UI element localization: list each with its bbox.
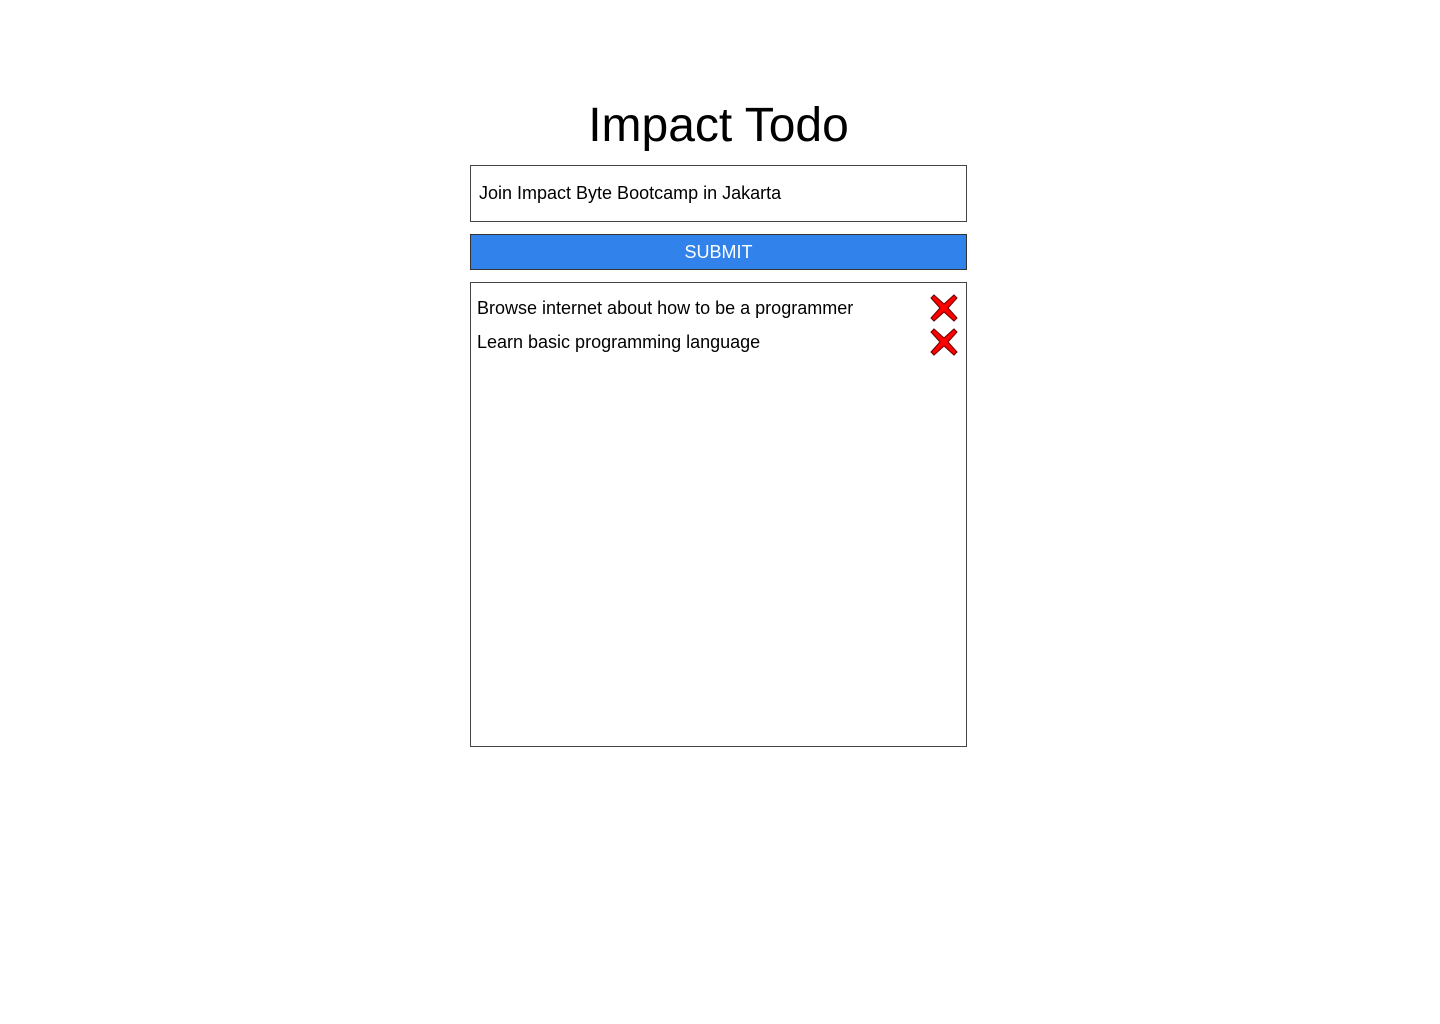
todo-text: Browse internet about how to be a progra… [477, 298, 854, 318]
submit-button[interactable]: SUBMIT [470, 234, 967, 270]
list-item: Browse internet about how to be a progra… [471, 291, 966, 325]
page-title: Impact Todo [588, 99, 849, 152]
list-item: Learn basic programming language [471, 325, 966, 359]
delete-x-icon[interactable] [930, 328, 958, 356]
todo-input[interactable] [470, 165, 967, 222]
todo-text: Learn basic programming language [477, 332, 761, 352]
todo-list: Browse internet about how to be a progra… [470, 282, 967, 747]
delete-x-icon[interactable] [930, 294, 958, 322]
